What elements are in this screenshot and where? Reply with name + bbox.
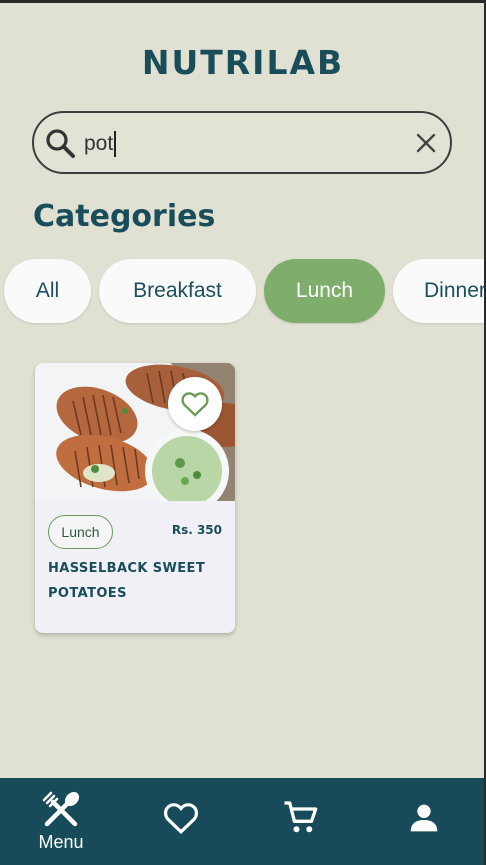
fork-knife-icon — [42, 791, 80, 827]
nav-item-favorites[interactable] — [136, 778, 226, 864]
clear-icon[interactable] — [414, 131, 438, 155]
nav-item-profile[interactable] — [379, 778, 469, 864]
search-icon — [46, 129, 75, 158]
food-card[interactable]: Lunch Rs. 350 HASSELBACK SWEET POTATOES — [35, 363, 235, 633]
app-title: NUTRILAB — [141, 43, 345, 82]
person-icon — [410, 804, 438, 832]
category-chip-breakfast[interactable]: Breakfast — [99, 259, 256, 323]
search-bar[interactable]: pot — [32, 111, 452, 174]
category-chip-lunch[interactable]: Lunch — [264, 259, 385, 323]
category-chip-all[interactable]: All — [4, 259, 91, 323]
price-label: Rs. 350 — [171, 523, 222, 537]
category-chip-dinner[interactable]: Dinner — [393, 259, 484, 323]
app-screen: NUTRILAB pot Categories All Breakfast Lu… — [0, 0, 486, 865]
category-tag: Lunch — [48, 515, 113, 549]
nav-item-menu[interactable]: Menu — [16, 778, 106, 864]
heart-icon — [163, 803, 199, 834]
favorite-button[interactable] — [168, 377, 222, 431]
nav-item-cart[interactable] — [256, 778, 346, 864]
search-input[interactable]: pot — [84, 131, 117, 157]
cart-icon — [284, 801, 318, 833]
categories-heading: Categories — [33, 199, 216, 234]
nav-label-menu: Menu — [38, 832, 84, 852]
bottom-nav: Menu — [0, 778, 484, 865]
heart-outline-icon — [181, 392, 209, 417]
food-name: HASSELBACK SWEET POTATOES — [48, 561, 206, 601]
